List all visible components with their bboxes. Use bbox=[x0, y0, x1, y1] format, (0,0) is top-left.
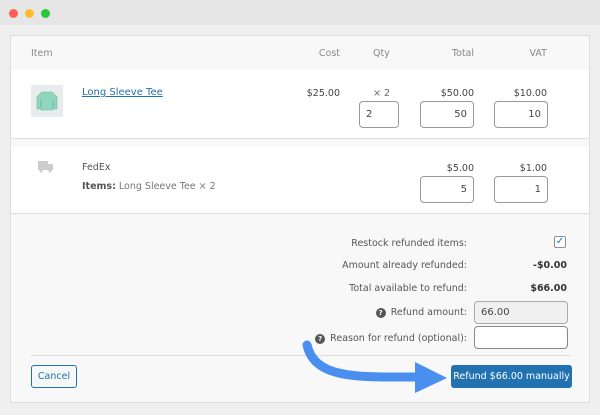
arrow-annotation bbox=[302, 340, 447, 393]
